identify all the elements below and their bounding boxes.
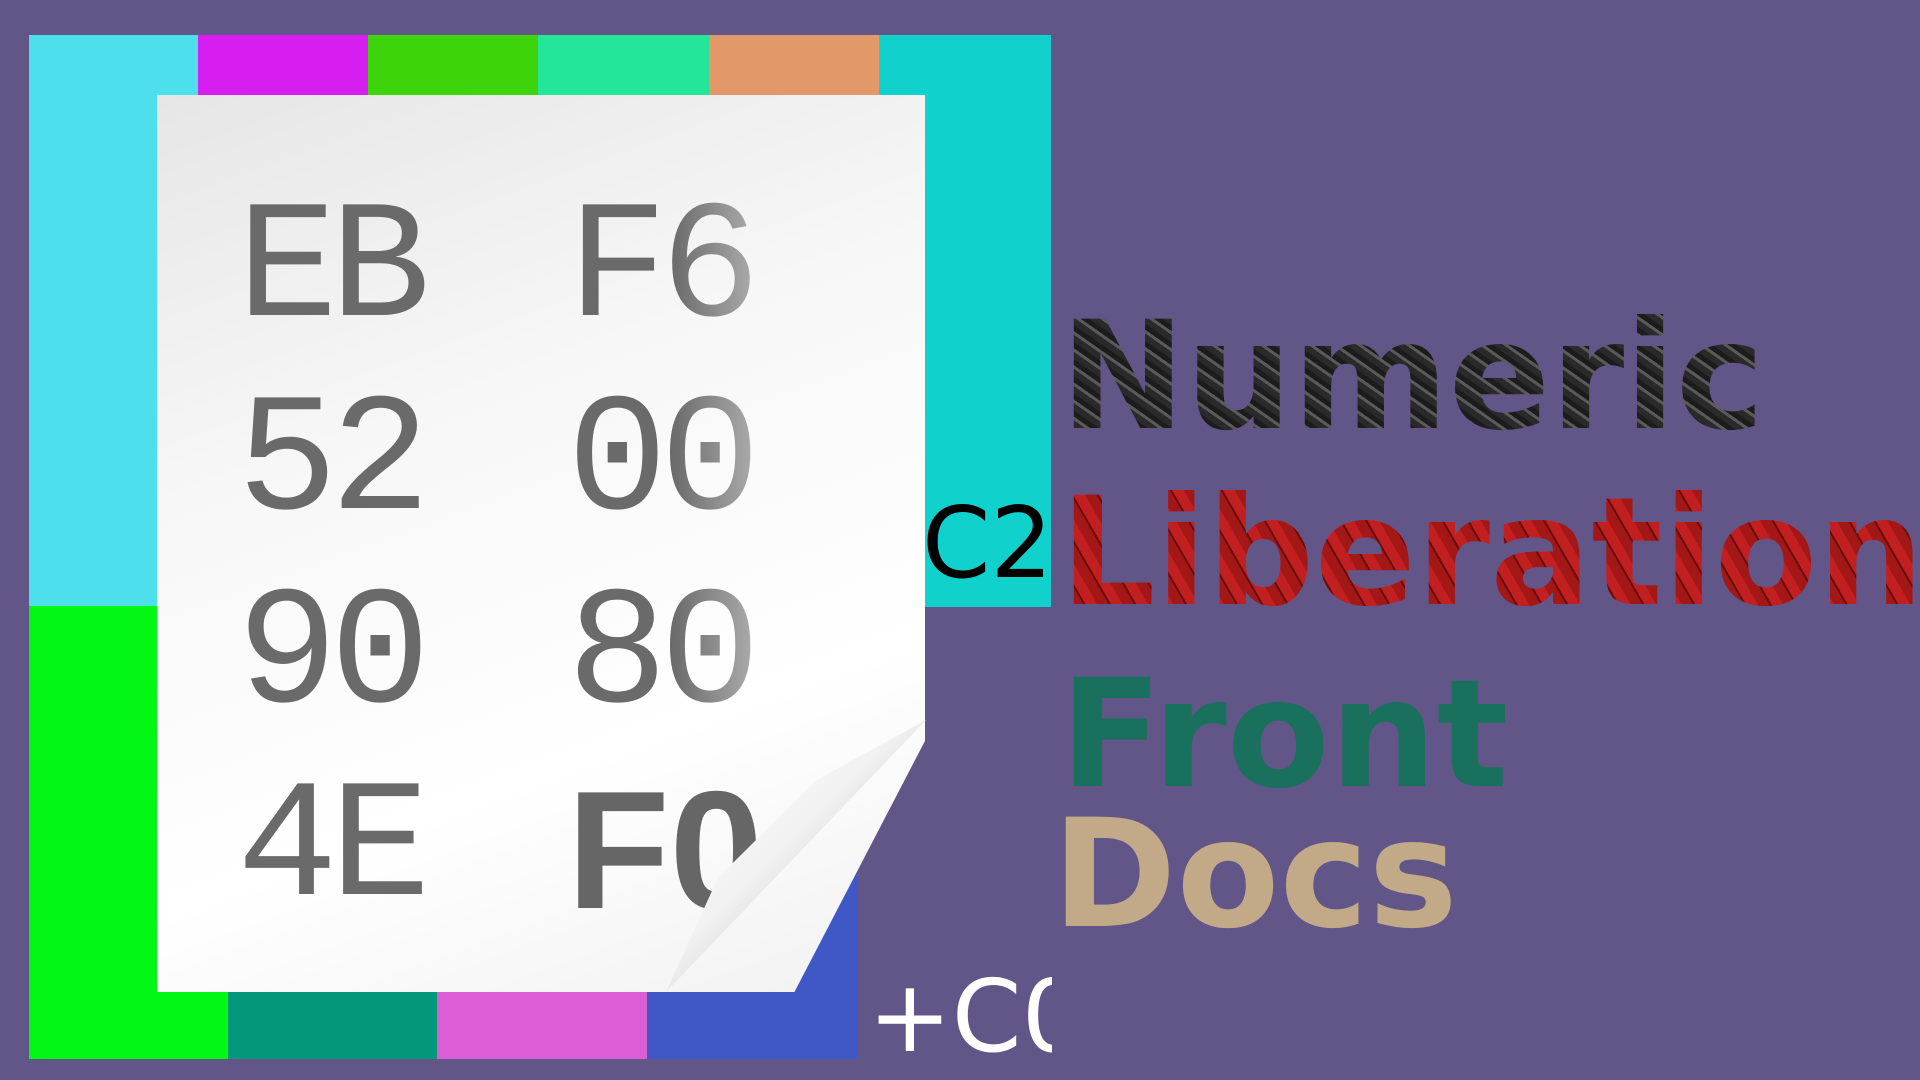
- hex-cell: 80: [567, 561, 827, 754]
- block-orange: [709, 35, 880, 105]
- label-docs: Docs: [1052, 788, 1458, 962]
- block-mint: [538, 35, 710, 105]
- document-icon: EB F6 52 00 90 80 4E F0: [157, 95, 925, 992]
- tag-c0: +C0: [868, 958, 1052, 1075]
- hex-row: 90 80: [237, 561, 827, 754]
- hex-cell: 00: [567, 368, 827, 561]
- block-pink: [437, 990, 648, 1059]
- block-dark-teal: [228, 990, 438, 1059]
- hex-cell: F6: [567, 175, 827, 368]
- hex-row: EB F6: [237, 175, 827, 368]
- block-magenta: [198, 35, 369, 105]
- label-liberation: Liberation: [1060, 478, 1920, 628]
- hex-row: 52 00: [237, 368, 827, 561]
- block-green: [368, 35, 539, 105]
- label-numeric: Numeric: [1060, 290, 1765, 464]
- hex-cell: EB: [237, 176, 431, 366]
- tag-c2: C2: [922, 487, 1053, 601]
- hex-cell: 4E: [237, 755, 431, 945]
- hex-cell: 52: [237, 369, 431, 559]
- hex-row: 4E F0: [237, 754, 827, 947]
- hex-grid: EB F6 52 00 90 80 4E F0: [237, 175, 827, 947]
- hex-cell: 90: [237, 562, 431, 752]
